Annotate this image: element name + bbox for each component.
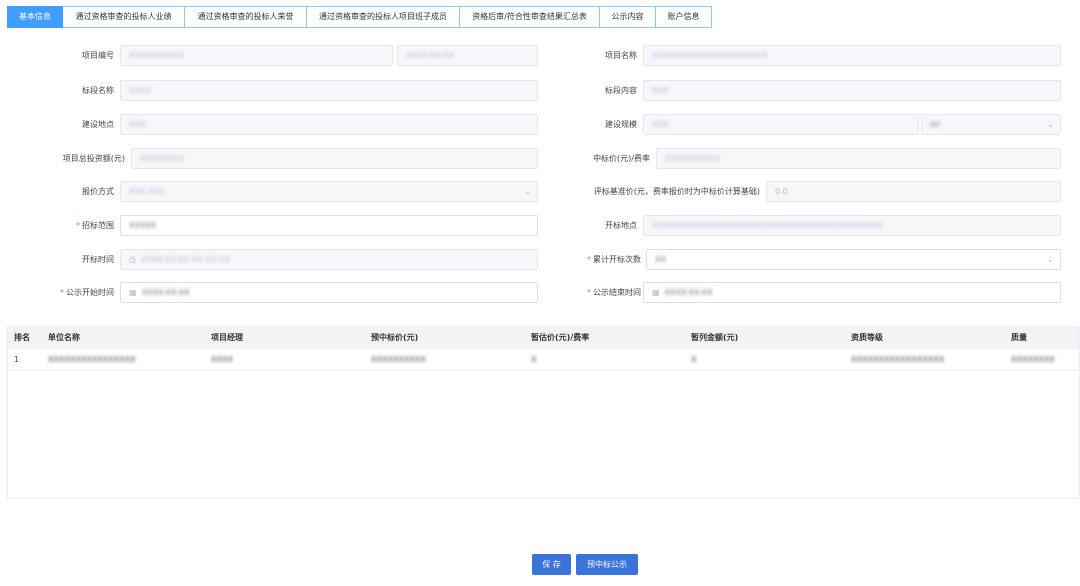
tender-scope-input[interactable]: XXXXX <box>120 215 538 236</box>
build-scale-unit-select[interactable]: m² ⌄ <box>921 114 1061 135</box>
quote-method-select[interactable]: XXX XXX ⌄ <box>120 181 538 202</box>
cell-unit-name: XXXXXXXXXXXXXXXX <box>48 355 136 364</box>
col-provisional-sum: 暂列金额(元) <box>691 333 739 342</box>
tab-bidder-team[interactable]: 通过资格审查的投标人项目班子成员 <box>307 6 460 28</box>
table-header: 排名 单位名称 项目经理 预中标价(元) 暂估价(元)/费率 暂列金额(元) 资… <box>8 327 1079 349</box>
bid-price-label: 中标价(元)/费率 <box>593 154 650 163</box>
build-location-value: XXX <box>129 120 146 129</box>
project-no-value: XXXXXXXXXX <box>129 51 184 60</box>
project-no-secondary-field[interactable]: XXXX-XX-XX <box>397 45 538 66</box>
opening-time-value: XXXX-XX-XX XX:XX:XX <box>140 255 230 264</box>
build-location-label: 建设地点 <box>82 120 114 129</box>
publicity-start-label: * 公示开始时间 <box>60 288 114 297</box>
form-row-5: 报价方式 XXX XXX ⌄ 评标基准价(元，费率报价时为中标价计算基础) 0.0 <box>0 181 1080 202</box>
project-name-label: 项目名称 <box>605 51 637 60</box>
publicity-start-value: XXXX-XX-XX <box>141 288 190 297</box>
bid-base-price-field[interactable]: 0.0 <box>766 181 1061 202</box>
project-no-label: 项目编号 <box>82 51 114 60</box>
total-investment-label: 项目总投资额(元) <box>62 154 125 163</box>
section-content-field[interactable]: XXX <box>643 80 1061 101</box>
form-row-8: * 公示开始时间 ▦ XXXX-XX-XX * 公示结束时间 ▦ XXXX-XX-XX <box>0 282 1080 303</box>
build-scale-value: XXX <box>652 120 669 129</box>
table-row[interactable]: 1 XXXXXXXXXXXXXXXX XXXX XXXXXXXXXX X X X… <box>8 349 1079 371</box>
tab-bidder-honors[interactable]: 通过资格审查的投标人荣誉 <box>185 6 307 28</box>
chevron-down-icon: ⌄ <box>524 187 531 196</box>
quote-method-value: XXX XXX <box>129 187 165 196</box>
col-project-manager: 项目经理 <box>211 333 243 342</box>
cumulative-openings-label: * 累计开标次数 <box>587 255 641 264</box>
build-scale-unit-value: m² <box>930 120 941 129</box>
bid-price-value: XXXXXXXXXX <box>665 154 720 163</box>
required-mark: * <box>76 221 80 230</box>
chevron-down-icon: ⌄ <box>1047 120 1054 129</box>
opening-location-field[interactable]: XXXXXXXXXXXXXXXXXXXXXXXXXXXXXXXXXXXXXXXX… <box>643 215 1061 236</box>
cumulative-openings-select[interactable]: XX ⌄ <box>646 249 1061 270</box>
chevron-down-icon: ⌄ <box>1047 255 1054 264</box>
tender-scope-value: XXXXX <box>129 221 157 230</box>
publicity-start-datepicker[interactable]: ▦ XXXX-XX-XX <box>120 282 538 303</box>
bid-base-price-label: 评标基准价(元，费率报价时为中标价计算基础) <box>593 187 760 196</box>
form-row-1: 项目编号 XXXXXXXXXX XXXX-XX-XX 项目名称 XXXXXXXX… <box>0 45 1080 66</box>
required-mark: * <box>60 288 64 297</box>
section-content-label: 标段内容 <box>605 86 637 95</box>
col-estimated-price: 暂估价(元)/费率 <box>531 333 590 342</box>
quote-method-label: 报价方式 <box>82 187 114 196</box>
required-mark: * <box>587 288 591 297</box>
section-name-value: XXXX <box>129 86 151 95</box>
cell-provisional-sum: X <box>691 355 697 364</box>
build-scale-field[interactable]: XXX <box>643 114 919 135</box>
tab-bar: 基本信息 通过资格审查的投标人业绩 通过资格审查的投标人荣誉 通过资格审查的投标… <box>7 6 712 28</box>
bid-base-price-value: 0.0 <box>775 187 788 196</box>
publicity-end-datepicker[interactable]: ▦ XXXX-XX-XX <box>643 282 1061 303</box>
tab-bidder-performance[interactable]: 通过资格审查的投标人业绩 <box>63 6 185 28</box>
publicity-end-label: * 公示结束时间 <box>587 288 641 297</box>
build-scale-label: 建设规模 <box>605 120 637 129</box>
cell-qualification-level: XXXXXXXXXXXXXXXXX <box>851 355 945 364</box>
opening-time-field[interactable]: ◷ XXXX-XX-XX XX:XX:XX <box>120 249 538 270</box>
cell-quality: XXXXXXXX <box>1011 355 1055 364</box>
opening-time-label: 开标时间 <box>82 255 114 264</box>
cell-project-manager: XXXX <box>211 355 233 364</box>
tab-basic-info[interactable]: 基本信息 <box>7 6 63 28</box>
tab-account-info[interactable]: 账户信息 <box>656 6 712 28</box>
bid-price-field[interactable]: XXXXXXXXXX <box>656 148 1061 169</box>
clock-icon: ◷ <box>129 255 136 264</box>
calendar-icon: ▦ <box>652 288 660 297</box>
form-row-6: * 招标范围 XXXXX 开标地点 XXXXXXXXXXXXXXXXXXXXXXX… <box>0 215 1080 236</box>
pre-win-publicity-button[interactable]: 预中标公示 <box>576 554 638 575</box>
opening-location-label: 开标地点 <box>605 221 637 230</box>
col-pre-win-price: 预中标价(元) <box>371 333 419 342</box>
project-no-secondary-value: XXXX-XX-XX <box>406 51 455 60</box>
project-name-field[interactable]: XXXXXXXXXXXXXXXXXXXXX <box>643 45 1061 66</box>
required-mark: * <box>587 255 591 264</box>
col-unit-name: 单位名称 <box>48 333 80 342</box>
project-no-field[interactable]: XXXXXXXXXX <box>120 45 393 66</box>
col-qualification-level: 资质等级 <box>851 333 883 342</box>
total-investment-field[interactable]: XXXXXXXX <box>131 148 538 169</box>
publicity-end-value: XXXX-XX-XX <box>664 288 713 297</box>
col-quality: 质量 <box>1011 333 1027 342</box>
col-rank: 排名 <box>14 333 30 342</box>
form-row-2: 标段名称 XXXX 标段内容 XXX <box>0 80 1080 101</box>
form-row-3: 建设地点 XXX 建设规模 XXX m² ⌄ <box>0 114 1080 135</box>
form-row-7: 开标时间 ◷ XXXX-XX-XX XX:XX:XX * 累计开标次数 XX ⌄ <box>0 249 1080 270</box>
cumulative-openings-value: XX <box>655 255 666 264</box>
tab-review-summary[interactable]: 资格后审/符合性审查结果汇总表 <box>460 6 600 28</box>
cell-pre-win-price: XXXXXXXXXX <box>371 355 426 364</box>
build-location-field[interactable]: XXX <box>120 114 538 135</box>
tab-publicity-content[interactable]: 公示内容 <box>600 6 656 28</box>
section-name-field[interactable]: XXXX <box>120 80 538 101</box>
total-investment-value: XXXXXXXX <box>140 154 184 163</box>
section-name-label: 标段名称 <box>82 86 114 95</box>
candidate-table: 排名 单位名称 项目经理 预中标价(元) 暂估价(元)/费率 暂列金额(元) 资… <box>7 326 1080 499</box>
project-name-value: XXXXXXXXXXXXXXXXXXXXX <box>652 51 768 60</box>
cell-estimated-price: X <box>531 355 537 364</box>
form-row-4: 项目总投资额(元) XXXXXXXX 中标价(元)/费率 XXXXXXXXXX <box>0 148 1080 169</box>
opening-location-value: XXXXXXXXXXXXXXXXXXXXXXXXXXXXXXXXXXXXXXXX… <box>652 221 883 230</box>
cell-rank: 1 <box>14 355 20 364</box>
section-content-value: XXX <box>652 86 669 95</box>
save-button[interactable]: 保 存 <box>532 554 571 575</box>
calendar-icon: ▦ <box>129 288 137 297</box>
tender-scope-label: * 招标范围 <box>76 221 114 230</box>
